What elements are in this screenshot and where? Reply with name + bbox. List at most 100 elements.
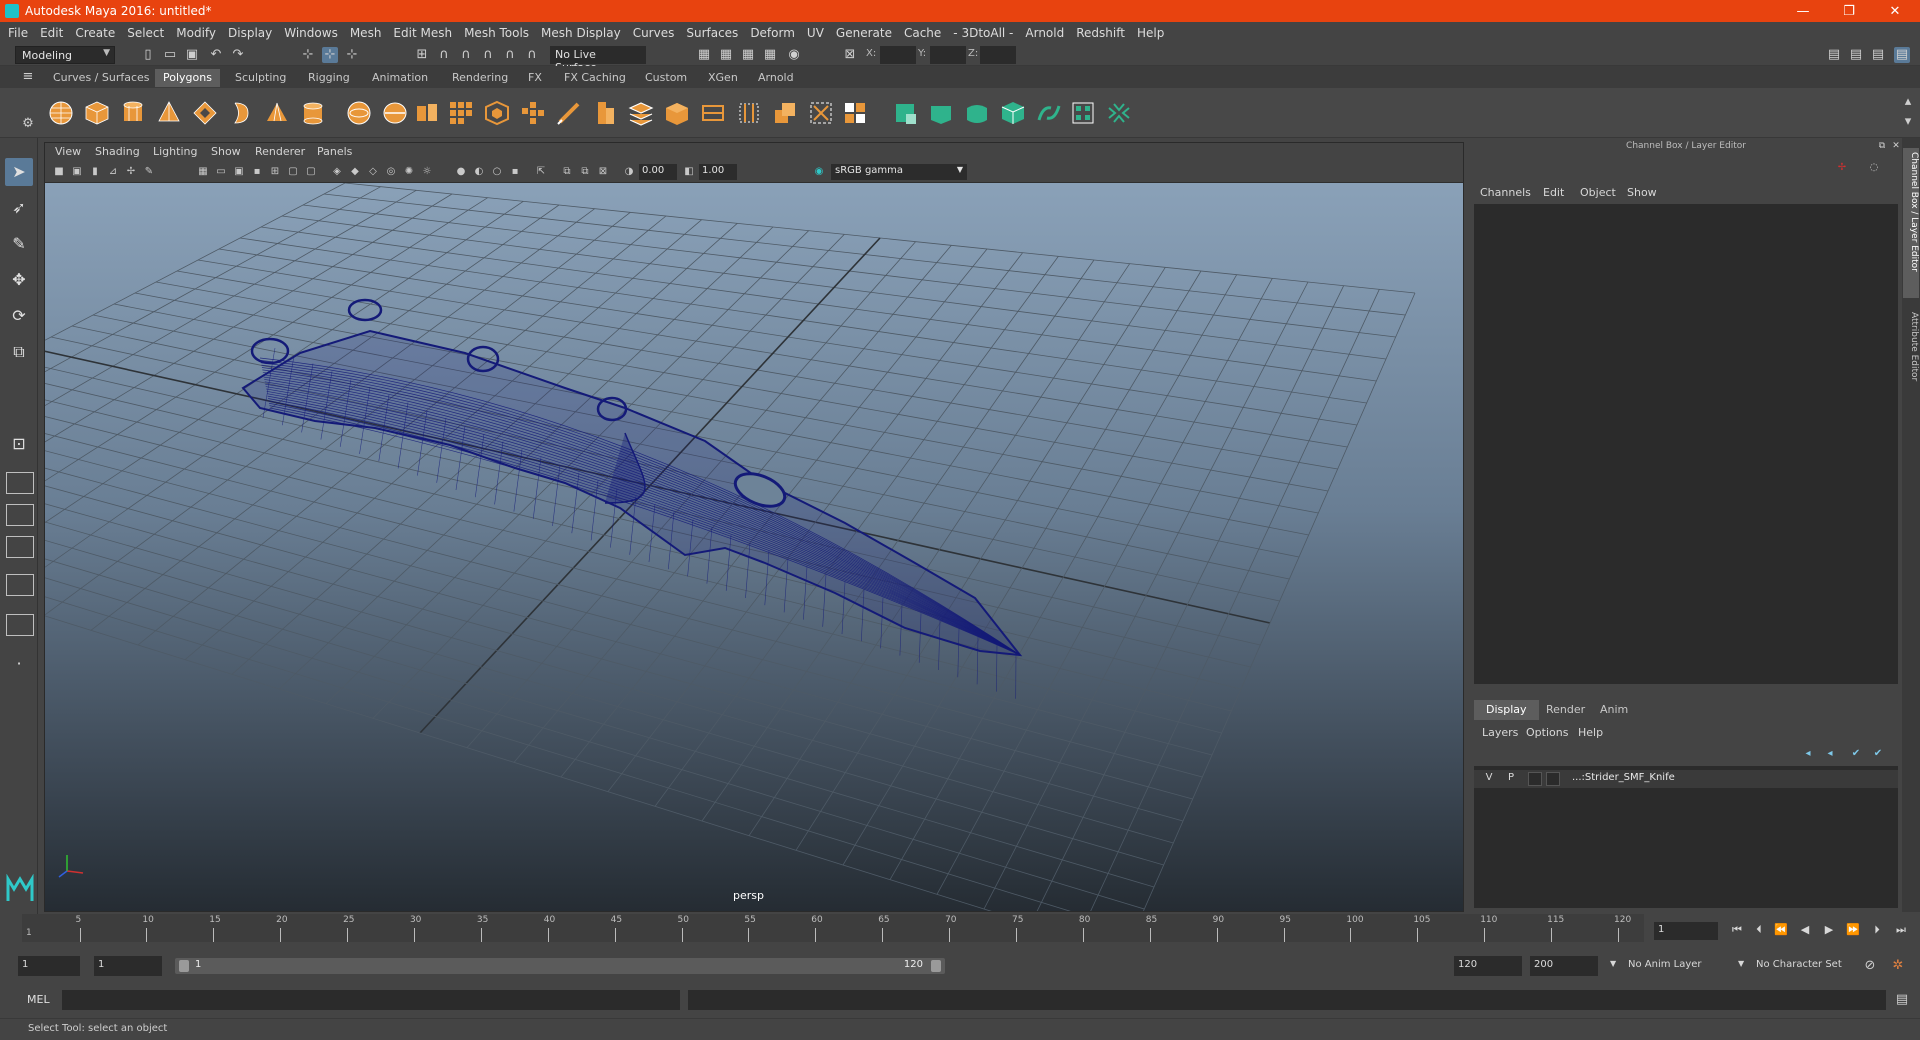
x-field[interactable] [880,46,916,64]
poly-pipe-icon[interactable] [300,100,326,126]
step-back-frame-icon[interactable]: ⏴ [1750,921,1768,939]
smooth-icon[interactable] [448,100,474,126]
shadows-icon[interactable]: ☼ [421,166,433,178]
animation-end-field[interactable]: 200 [1530,956,1598,976]
bridge-icon[interactable] [556,100,582,126]
wireframe-on-shaded-icon[interactable]: ◇ [367,166,379,178]
menu-display[interactable]: Display [228,26,272,40]
append-polygon-icon[interactable] [664,100,690,126]
new-layer-from-selection-icon[interactable]: ✔ [1870,746,1886,762]
menu-arnold[interactable]: Arnold [1025,26,1064,40]
render-settings-icon[interactable]: ▦ [762,47,778,63]
menu-modify[interactable]: Modify [176,26,216,40]
maximize-button[interactable]: ❐ [1826,0,1872,22]
range-slider[interactable]: 1 120 [175,958,945,974]
modeling-toolkit-icon[interactable]: ▤ [1826,47,1842,63]
play-forwards-icon[interactable]: ▶ [1820,921,1838,939]
shelf-menu-icon[interactable]: ≡ [20,69,36,85]
select-tool-icon[interactable]: ➤ [5,158,33,186]
combine-icon[interactable] [346,100,372,126]
shelf-scroll-up-icon[interactable]: ▴ [1900,94,1916,110]
poly-sphere-icon[interactable] [48,100,74,126]
snap-view-icon[interactable]: ∩ [480,47,496,63]
two-d-pan-icon[interactable]: ✢ [125,166,137,178]
time-slider[interactable]: 1 5 10 15 20 25 30 35 40 45 50 55 60 65 70 75 80 85 90 95 1… [22,914,1644,942]
poly-cone-icon[interactable] [156,100,182,126]
close-button[interactable]: ✕ [1872,0,1918,22]
menu-3dtoall[interactable]: - 3DtoAll - [953,26,1013,40]
command-input[interactable] [62,990,680,1010]
animation-preferences-icon[interactable]: ✲ [1890,958,1906,974]
uv-planar-icon[interactable] [892,100,918,126]
render-view-icon[interactable]: ▦ [718,47,734,63]
uv-editor-icon[interactable] [1036,100,1062,126]
snap-live-icon[interactable]: ∩ [502,47,518,63]
viewport-scene[interactable]: persp [45,183,1463,911]
shelf-scroll-down-icon[interactable]: ▾ [1900,114,1916,130]
persp-outliner-layout-icon[interactable] [6,504,34,526]
minimize-button[interactable]: — [1780,0,1826,22]
xray-active-icon[interactable]: ⧉ [579,166,591,178]
slide-edge-icon[interactable] [808,100,834,126]
menu-edit-mesh[interactable]: Edit Mesh [393,26,452,40]
isolate-select-icon[interactable]: ⇱ [535,166,547,178]
undo-icon[interactable]: ↶ [208,47,224,63]
tab-polygons[interactable]: Polygons [155,69,220,87]
layer-help-menu[interactable]: Help [1578,726,1603,739]
layer-playback-toggle[interactable]: P [1504,772,1518,783]
current-frame-field[interactable]: 1 [1654,922,1718,940]
safe-title-icon[interactable]: ▢ [305,166,317,178]
menu-cache[interactable]: Cache [904,26,941,40]
poly-cylinder-icon[interactable] [120,100,146,126]
wireframe-mode-icon[interactable]: ◈ [331,166,343,178]
bookmark-icon[interactable]: ▮ [89,166,101,178]
layer-color-swatch[interactable] [1546,772,1560,786]
move-layer-up-icon[interactable]: ◂ [1800,746,1816,762]
perspective-viewport[interactable]: View Shading Lighting Show Renderer Pane… [44,142,1464,912]
fill-hole-icon[interactable] [628,100,654,126]
layer-visibility-toggle[interactable]: V [1482,772,1496,783]
layout-menu-icon[interactable]: · [5,650,33,678]
shelf-settings-icon[interactable]: ⚙ [20,116,36,132]
render-frame-icon[interactable]: ▦ [696,47,712,63]
tab-fx-caching[interactable]: FX Caching [556,69,634,87]
new-empty-layer-icon[interactable]: ✔ [1848,746,1864,762]
menu-set-dropdown[interactable]: Modeling ▼ [15,46,115,64]
camera-select-icon[interactable]: ■ [53,166,65,178]
channel-object-menu[interactable]: Object [1580,186,1616,199]
y-field[interactable] [930,46,966,64]
viewport-menu-shading[interactable]: Shading [95,145,140,158]
tab-curves-surfaces[interactable]: Curves / Surfaces [45,69,158,87]
attribute-editor-icon[interactable]: ▤ [1848,47,1864,63]
step-forward-key-icon[interactable]: ⏩ [1844,921,1862,939]
menu-mesh-tools[interactable]: Mesh Tools [464,26,529,40]
channels-menu[interactable]: Channels [1480,186,1531,199]
backface-icon[interactable]: ⊠ [597,166,609,178]
viewport-menu-lighting[interactable]: Lighting [153,145,197,158]
snap-curve-icon[interactable]: ∩ [436,47,452,63]
snap-grid-icon[interactable]: ⊞ [414,47,430,63]
character-set-dropdown[interactable]: No Character Set [1752,956,1862,976]
hypershade-layout-icon[interactable] [6,614,34,636]
separate-icon[interactable] [382,100,408,126]
uv-spherical-icon[interactable] [964,100,990,126]
manipulator-icon[interactable]: ✢ [1834,160,1850,176]
target-weld-icon[interactable] [842,100,868,126]
menu-windows[interactable]: Windows [284,26,338,40]
multi-cut-icon[interactable] [700,100,726,126]
viewport-menu-renderer[interactable]: Renderer [255,145,305,158]
tab-anim-layers[interactable]: Anim [1588,700,1640,720]
four-view-layout-icon[interactable] [6,472,34,494]
color-management-icon[interactable]: ◉ [813,166,825,178]
layer-name[interactable]: ...:Strider_SMF_Knife [1572,772,1675,783]
resolution-gate-icon[interactable]: ▣ [233,166,245,178]
tool-settings-icon[interactable]: ▤ [1870,47,1886,63]
tab-display-layers[interactable]: Display [1474,700,1539,720]
exposure-field[interactable]: 0.00 [639,164,677,180]
menu-help[interactable]: Help [1137,26,1164,40]
speed-icon[interactable]: ◌ [1866,160,1882,176]
outliner-layout-icon[interactable] [6,574,34,596]
image-plane-icon[interactable]: ⊿ [107,166,119,178]
viewport-menu-panels[interactable]: Panels [317,145,352,158]
script-editor-icon[interactable]: ▤ [1894,992,1910,1008]
